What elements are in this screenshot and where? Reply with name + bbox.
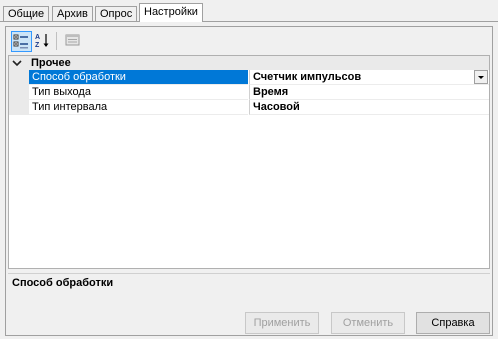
category-row[interactable]: Прочее — [9, 56, 489, 70]
property-value-dropdown[interactable]: Счетчик импульсов — [249, 70, 489, 85]
tab-strip: Общие Архив Опрос Настройки — [0, 0, 498, 22]
collapse-chevron-icon[interactable] — [12, 58, 22, 68]
row-gutter — [9, 85, 29, 100]
property-row-interval-type[interactable]: Тип интервала Часовой — [9, 100, 489, 115]
tab-strip-divider — [0, 21, 498, 22]
categorized-view-button[interactable] — [11, 31, 32, 52]
description-pane: Способ обработки — [8, 273, 490, 307]
categorized-view-icon — [13, 34, 28, 49]
alphabetical-sort-icon: A Z — [35, 34, 49, 49]
category-label: Прочее — [31, 57, 71, 69]
tab-general[interactable]: Общие — [3, 6, 50, 21]
dropdown-button[interactable] — [474, 70, 488, 84]
property-value[interactable]: Часовой — [249, 100, 489, 115]
svg-text:A: A — [35, 34, 40, 41]
tab-archive[interactable]: Архив — [52, 6, 93, 21]
property-value[interactable]: Время — [249, 85, 489, 100]
apply-button[interactable]: Применить — [245, 312, 319, 334]
help-button[interactable]: Справка — [416, 312, 490, 334]
property-pages-button[interactable] — [63, 31, 84, 52]
property-row-output-type[interactable]: Тип выхода Время — [9, 85, 489, 100]
svg-text:Z: Z — [35, 42, 40, 49]
tab-poll[interactable]: Опрос — [95, 6, 138, 21]
alphabetical-sort-button[interactable]: A Z — [33, 31, 54, 52]
property-value: Счетчик импульсов — [253, 71, 362, 83]
row-gutter — [9, 100, 29, 115]
property-pages-icon — [65, 34, 80, 46]
property-toolbar: A Z — [7, 28, 491, 54]
cancel-button[interactable]: Отменить — [331, 312, 405, 334]
settings-panel: A Z Прочее Способ обработки Счетчик импу… — [5, 26, 493, 336]
dropdown-arrow-icon — [478, 76, 484, 79]
property-row-processing-method[interactable]: Способ обработки Счетчик импульсов — [9, 70, 489, 85]
property-name[interactable]: Тип интервала — [29, 100, 248, 115]
description-title: Способ обработки — [12, 277, 114, 289]
property-name[interactable]: Способ обработки — [29, 70, 248, 85]
toolbar-separator — [56, 32, 57, 50]
row-gutter — [9, 70, 29, 85]
property-name[interactable]: Тип выхода — [29, 85, 248, 100]
tab-settings[interactable]: Настройки — [139, 3, 203, 22]
property-grid: Прочее Способ обработки Счетчик импульсо… — [8, 55, 490, 269]
